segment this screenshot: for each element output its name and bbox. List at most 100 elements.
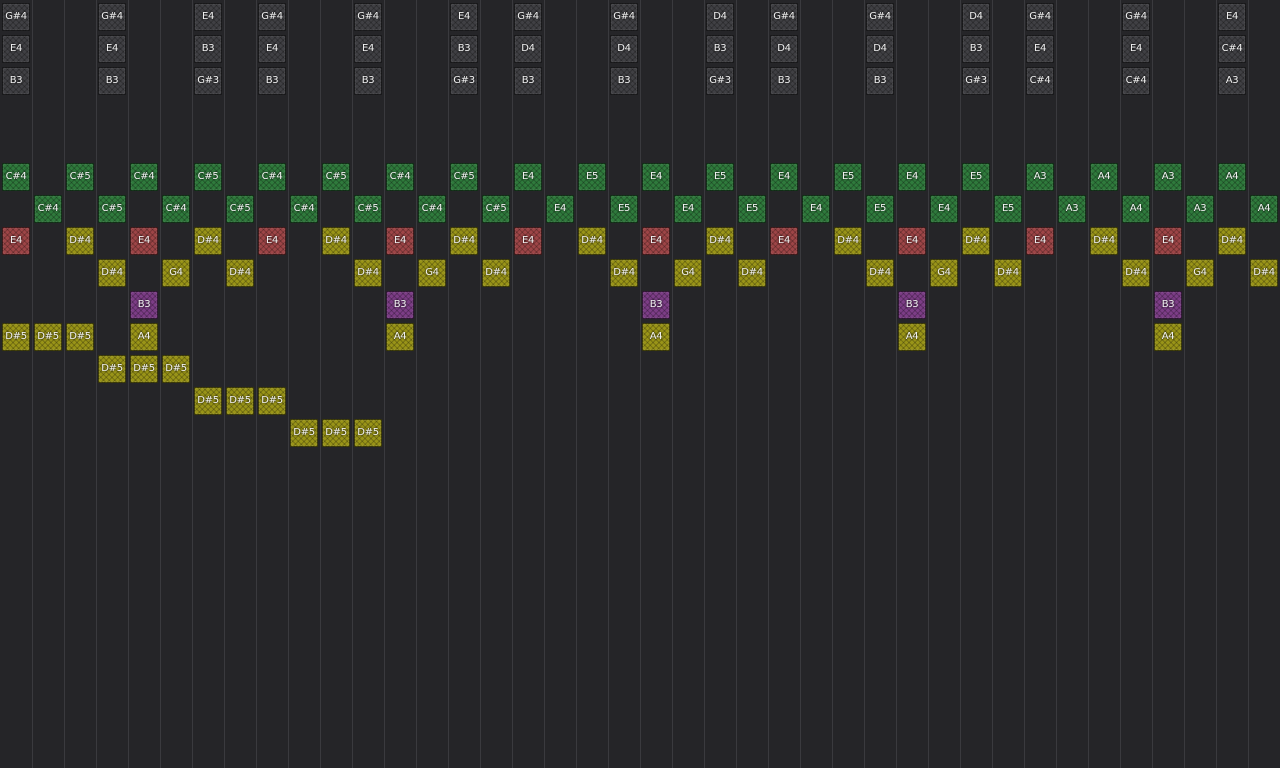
note-block[interactable]: C#5 <box>66 163 94 191</box>
note-block[interactable]: E4 <box>2 227 30 255</box>
note-block[interactable]: A3 <box>1026 163 1054 191</box>
note-block[interactable]: C#5 <box>226 195 254 223</box>
note-block[interactable]: D#4 <box>354 259 382 287</box>
chord-note-block[interactable]: E4 <box>1122 35 1150 63</box>
chord-note-block[interactable]: C#4 <box>1218 35 1246 63</box>
note-block[interactable]: G4 <box>418 259 446 287</box>
chord-note-block[interactable]: B3 <box>194 35 222 63</box>
chord-note-block[interactable]: G#4 <box>770 3 798 31</box>
chord-note-block[interactable]: D4 <box>770 35 798 63</box>
chord-note-block[interactable]: E4 <box>194 3 222 31</box>
note-block[interactable]: D#4 <box>98 259 126 287</box>
chord-note-block[interactable]: E4 <box>258 35 286 63</box>
chord-note-block[interactable]: G#3 <box>962 67 990 95</box>
note-block[interactable]: C#4 <box>290 195 318 223</box>
note-block[interactable]: D#5 <box>290 419 318 447</box>
chord-note-block[interactable]: G#4 <box>514 3 542 31</box>
note-block[interactable]: D#5 <box>354 419 382 447</box>
note-block[interactable]: A4 <box>1250 195 1278 223</box>
note-block[interactable]: E4 <box>130 227 158 255</box>
note-block[interactable]: C#5 <box>354 195 382 223</box>
note-block[interactable]: B3 <box>642 291 670 319</box>
chord-note-block[interactable]: B3 <box>610 67 638 95</box>
note-block[interactable]: D#5 <box>34 323 62 351</box>
chord-note-block[interactable]: B3 <box>962 35 990 63</box>
note-block[interactable]: E4 <box>642 163 670 191</box>
chord-note-block[interactable]: E4 <box>450 3 478 31</box>
chord-note-block[interactable]: D4 <box>706 3 734 31</box>
note-block[interactable]: D#5 <box>98 355 126 383</box>
note-block[interactable]: A4 <box>642 323 670 351</box>
note-block[interactable]: D#4 <box>482 259 510 287</box>
note-block[interactable]: C#4 <box>130 163 158 191</box>
note-block[interactable]: D#5 <box>2 323 30 351</box>
chord-note-block[interactable]: G#4 <box>1122 3 1150 31</box>
note-block[interactable]: D#4 <box>706 227 734 255</box>
chord-note-block[interactable]: B3 <box>514 67 542 95</box>
note-block[interactable]: E4 <box>802 195 830 223</box>
note-block[interactable]: C#5 <box>450 163 478 191</box>
note-block[interactable]: D#5 <box>322 419 350 447</box>
chord-note-block[interactable]: D4 <box>866 35 894 63</box>
chord-note-block[interactable]: B3 <box>258 67 286 95</box>
note-block[interactable]: D#4 <box>834 227 862 255</box>
note-block[interactable]: D#5 <box>258 387 286 415</box>
note-block[interactable]: D#4 <box>866 259 894 287</box>
note-block[interactable]: D#4 <box>1250 259 1278 287</box>
note-block[interactable]: E4 <box>514 163 542 191</box>
note-block[interactable]: A3 <box>1186 195 1214 223</box>
chord-note-block[interactable]: E4 <box>1026 35 1054 63</box>
chord-note-block[interactable]: C#4 <box>1122 67 1150 95</box>
note-block[interactable]: D#4 <box>1122 259 1150 287</box>
note-block[interactable]: E5 <box>962 163 990 191</box>
chord-note-block[interactable]: B3 <box>770 67 798 95</box>
note-block[interactable]: C#4 <box>162 195 190 223</box>
note-block[interactable]: A4 <box>1218 163 1246 191</box>
chord-note-block[interactable]: B3 <box>98 67 126 95</box>
note-block[interactable]: D#4 <box>322 227 350 255</box>
chord-note-block[interactable]: G#4 <box>354 3 382 31</box>
note-block[interactable]: C#4 <box>418 195 446 223</box>
chord-note-block[interactable]: B3 <box>450 35 478 63</box>
chord-note-block[interactable]: G#4 <box>1026 3 1054 31</box>
note-block[interactable]: C#5 <box>194 163 222 191</box>
note-block[interactable]: E4 <box>1026 227 1054 255</box>
note-block[interactable]: C#5 <box>482 195 510 223</box>
chord-note-block[interactable]: C#4 <box>1026 67 1054 95</box>
note-block[interactable]: E5 <box>994 195 1022 223</box>
chord-note-block[interactable]: A3 <box>1218 67 1246 95</box>
note-block[interactable]: A3 <box>1154 163 1182 191</box>
note-block[interactable]: D#5 <box>226 387 254 415</box>
note-block[interactable]: D#4 <box>194 227 222 255</box>
chord-note-block[interactable]: G#3 <box>194 67 222 95</box>
note-block[interactable]: E5 <box>834 163 862 191</box>
note-block[interactable]: E5 <box>610 195 638 223</box>
note-block[interactable]: D#4 <box>450 227 478 255</box>
note-block[interactable]: A4 <box>130 323 158 351</box>
note-block[interactable]: G4 <box>674 259 702 287</box>
note-block[interactable]: E4 <box>770 163 798 191</box>
note-block[interactable]: D#4 <box>610 259 638 287</box>
note-block[interactable]: E4 <box>642 227 670 255</box>
chord-note-block[interactable]: B3 <box>2 67 30 95</box>
note-block[interactable]: D#5 <box>130 355 158 383</box>
note-block[interactable]: A4 <box>1154 323 1182 351</box>
note-block[interactable]: C#5 <box>98 195 126 223</box>
note-block[interactable]: E4 <box>898 163 926 191</box>
note-block[interactable]: B3 <box>1154 291 1182 319</box>
chord-note-block[interactable]: G#3 <box>450 67 478 95</box>
note-block[interactable]: D#5 <box>162 355 190 383</box>
note-block[interactable]: G4 <box>1186 259 1214 287</box>
note-block[interactable]: D#4 <box>1218 227 1246 255</box>
note-block[interactable]: E4 <box>546 195 574 223</box>
note-block[interactable]: C#4 <box>2 163 30 191</box>
note-block[interactable]: B3 <box>386 291 414 319</box>
chord-note-block[interactable]: D4 <box>514 35 542 63</box>
note-block[interactable]: E4 <box>514 227 542 255</box>
chord-note-block[interactable]: G#3 <box>706 67 734 95</box>
note-block[interactable]: C#5 <box>322 163 350 191</box>
note-block[interactable]: A4 <box>1090 163 1118 191</box>
note-block[interactable]: C#4 <box>34 195 62 223</box>
note-block[interactable]: A4 <box>386 323 414 351</box>
note-grid[interactable]: G#4 E4 B3 G#4 E4 B3 E4 B3 G#3 G#4 E4 B3 G#4 E4 B3 E4 B3 G… <box>0 0 1280 768</box>
